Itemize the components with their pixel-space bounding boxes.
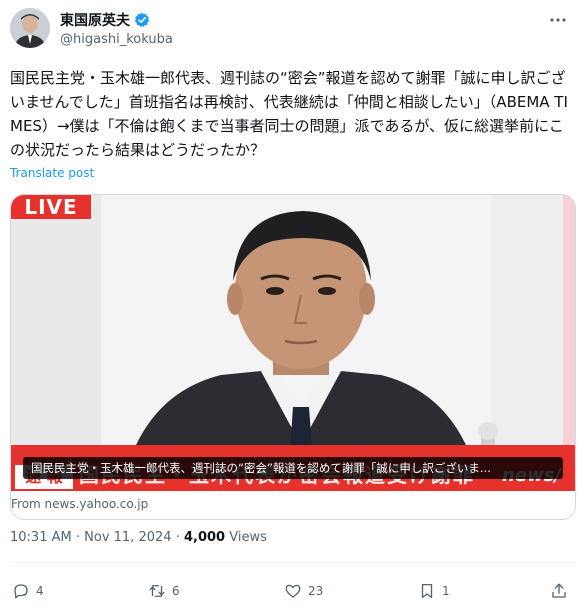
media-card[interactable]: LIVE 速 報 国民民主・玉木代表が密会報道受け謝罪 news/ 国民民主党・… <box>10 194 576 520</box>
tweet-time[interactable]: 10:31 AM <box>10 530 72 545</box>
repost-icon <box>149 585 165 597</box>
avatar[interactable] <box>10 8 50 48</box>
like-count: 23 <box>308 584 324 598</box>
share-icon <box>552 583 566 598</box>
author-name[interactable]: 東国原英夫 <box>60 10 130 30</box>
reply-button[interactable]: 4 <box>12 578 44 604</box>
like-icon <box>285 584 301 598</box>
tweet-text: 国民民主党・玉木雄一郎代表、週刊誌の“密会”報道を認めて謝罪「誠に申し訳ございま… <box>10 69 568 159</box>
media-footer: From news.yahoo.co.jp <box>11 493 575 519</box>
views-count: 4,000 <box>183 530 226 545</box>
reply-count: 4 <box>36 584 44 598</box>
bookmark-button[interactable]: 1 <box>418 578 450 604</box>
reply-icon <box>14 584 28 599</box>
verified-badge-icon <box>134 12 150 28</box>
share-button[interactable] <box>550 578 574 604</box>
repost-button[interactable]: 6 <box>148 578 180 604</box>
news-photo[interactable]: LIVE 速 報 国民民主・玉木代表が密会報道受け謝罪 news/ 国民民主党・… <box>11 195 575 491</box>
tweet-meta: 10:31 AM · Nov 11, 2024 · 4,000 Views <box>10 530 267 545</box>
bookmark-icon <box>421 583 433 599</box>
tweet-date[interactable]: Nov 11, 2024 <box>84 530 171 545</box>
divider <box>10 562 576 563</box>
views-label: Views <box>229 530 267 545</box>
link-source[interactable]: From news.yahoo.co.jp <box>11 497 148 511</box>
like-button[interactable]: 23 <box>284 578 323 604</box>
more-icon[interactable] <box>546 10 570 30</box>
translate-link[interactable]: Translate post <box>10 166 94 180</box>
media-caption: 国民民主党・玉木雄一郎代表、週刊誌の“密会”報道を認めて謝罪「誠に申し訳ございま… <box>23 457 563 479</box>
repost-count: 6 <box>172 584 180 598</box>
bookmark-count: 1 <box>442 584 450 598</box>
meta-separator: · <box>75 530 80 545</box>
meta-separator-2: · <box>175 530 180 545</box>
author-row[interactable]: 東国原英夫 <box>60 10 150 30</box>
author-handle[interactable]: @higashi_kokuba <box>60 32 173 47</box>
live-badge: LIVE <box>11 195 91 219</box>
action-bar: 4 6 23 1 <box>10 578 576 604</box>
tweet-header: 東国原英夫 @higashi_kokuba <box>10 8 576 56</box>
